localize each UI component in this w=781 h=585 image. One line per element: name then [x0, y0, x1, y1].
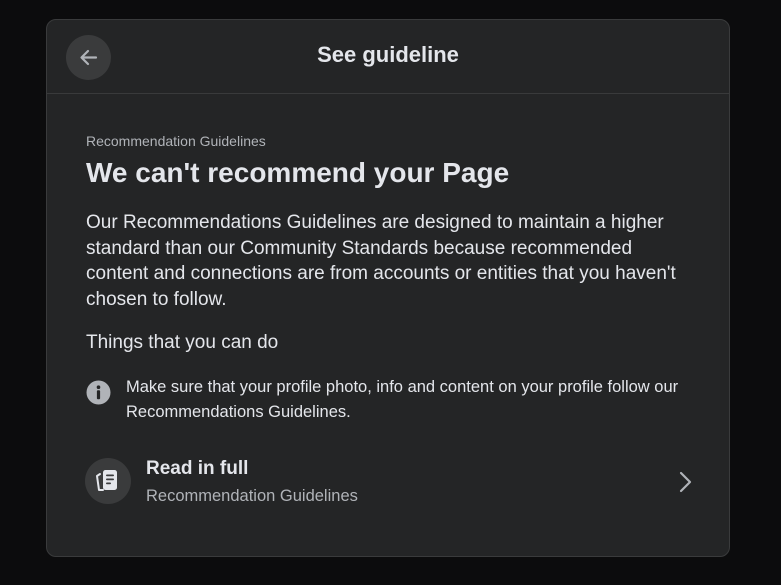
info-text: Make sure that your profile photo, info … [126, 378, 679, 421]
page-headline: We can't recommend your Page [86, 157, 510, 188]
read-in-full-link[interactable]: Read in full Recommendation Guidelines [85, 452, 695, 512]
guideline-description: Our Recommendations Guidelines are desig… [86, 212, 676, 310]
dialog-header: See guideline [47, 20, 729, 94]
section-eyebrow: Recommendation Guidelines [86, 133, 266, 149]
document-icon-container [85, 458, 131, 504]
dialog-title: See guideline [317, 42, 459, 67]
document-icon [96, 470, 117, 491]
read-in-full-title: Read in full [146, 458, 249, 479]
info-icon [86, 380, 111, 405]
chevron-right-icon [679, 471, 692, 493]
guideline-dialog: See guideline Recommendation Guidelines … [46, 19, 730, 557]
things-heading: Things that you can do [86, 332, 279, 353]
read-in-full-subtitle: Recommendation Guidelines [146, 487, 358, 505]
